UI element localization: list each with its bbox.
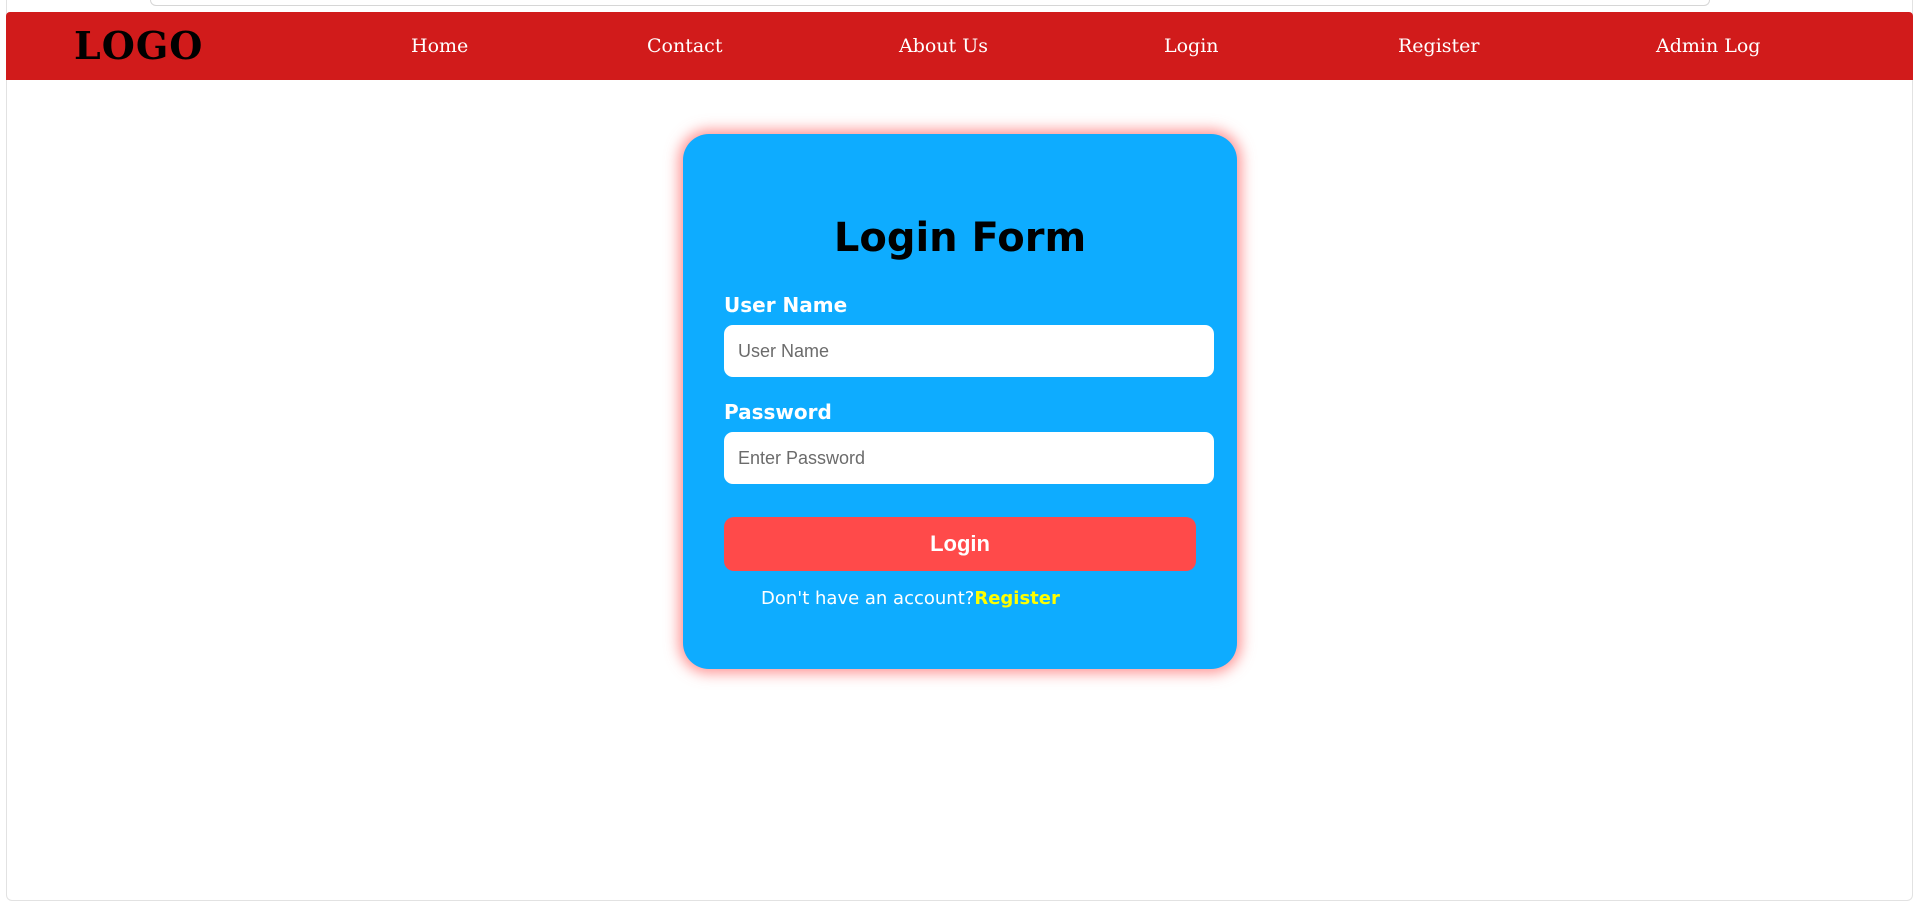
username-input[interactable] xyxy=(724,325,1214,377)
register-prompt-line: Don't have an account?Register xyxy=(761,587,1060,611)
password-label: Password xyxy=(724,400,832,424)
nav-link-admin-log[interactable]: Admin Log xyxy=(1656,12,1760,80)
nav-link-home[interactable]: Home xyxy=(411,12,468,80)
navbar: LOGO Home Contact About Us Login Registe… xyxy=(6,12,1913,80)
nav-link-about-us[interactable]: About Us xyxy=(899,12,988,80)
register-prompt-text: Don't have an account? xyxy=(761,588,975,609)
password-input[interactable] xyxy=(724,432,1214,484)
login-form-card: Login Form User Name Password Login Don'… xyxy=(683,134,1237,669)
nav-link-register[interactable]: Register xyxy=(1398,12,1480,80)
nav-link-contact[interactable]: Contact xyxy=(647,12,722,80)
logo: LOGO xyxy=(74,23,204,68)
register-link[interactable]: Register xyxy=(974,588,1060,609)
form-title: Login Form xyxy=(833,215,1087,261)
nav-link-login[interactable]: Login xyxy=(1164,12,1219,80)
login-button[interactable]: Login xyxy=(724,517,1196,571)
username-label: User Name xyxy=(724,293,848,317)
browser-top-strip xyxy=(150,0,1710,6)
